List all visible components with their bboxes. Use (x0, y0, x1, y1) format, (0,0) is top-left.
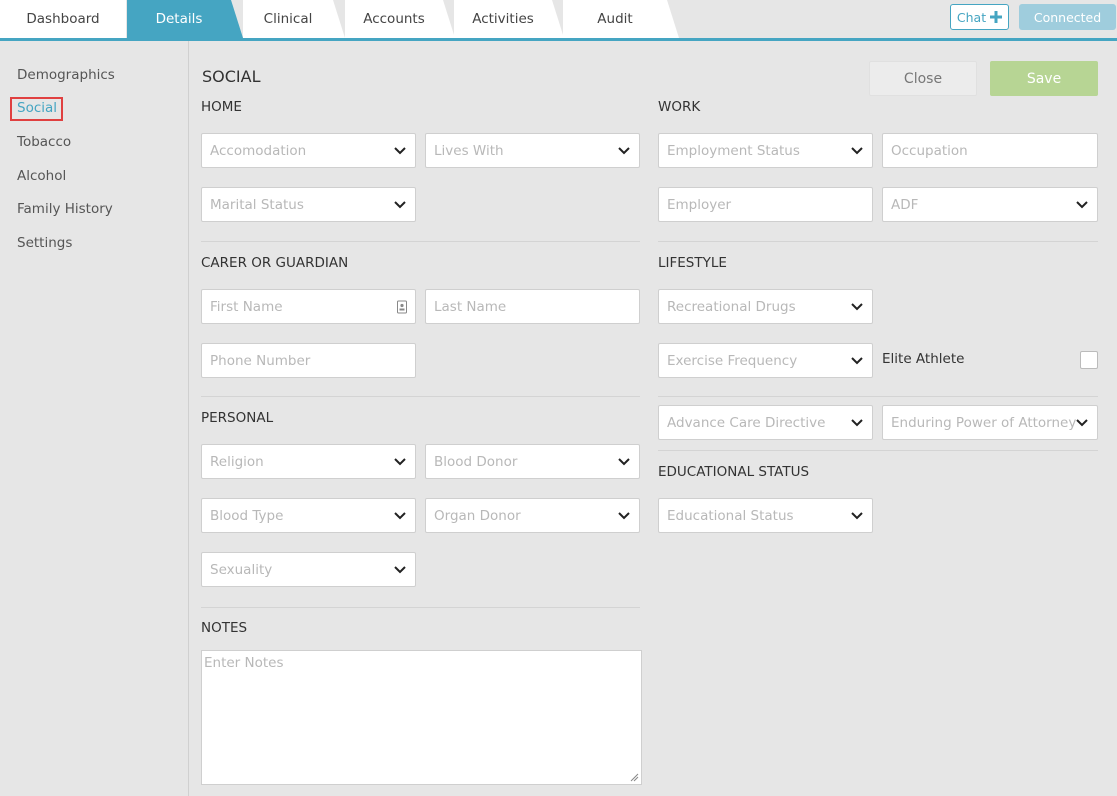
chevron-down-icon (394, 457, 406, 465)
section-carer-heading: CARER OR GUARDIAN (201, 255, 349, 271)
tab-edge (333, 0, 345, 38)
chat-button[interactable]: Chat (950, 4, 1009, 30)
divider (201, 607, 640, 608)
sidebar-item-tobacco[interactable]: Tobacco (17, 134, 71, 150)
chevron-down-icon (394, 511, 406, 519)
section-work-heading: WORK (658, 99, 701, 115)
divider (201, 396, 640, 397)
section-notes-heading: NOTES (201, 620, 248, 636)
sidebar-item-family-history[interactable]: Family History (17, 201, 113, 217)
notes-textarea[interactable]: Enter Notes (201, 650, 642, 785)
last-name-input[interactable]: Last Name (425, 289, 640, 324)
divider (658, 396, 1098, 397)
exercise-frequency-select[interactable]: Exercise Frequency (658, 343, 873, 378)
organ-donor-select[interactable]: Organ Donor (425, 498, 640, 533)
close-button[interactable]: Close (869, 61, 977, 96)
resize-handle-icon[interactable] (630, 773, 639, 782)
employment-status-select[interactable]: Employment Status (658, 133, 873, 168)
advance-care-directive-select[interactable]: Advance Care Directive (658, 405, 873, 440)
chevron-down-icon (618, 457, 630, 465)
section-educational-heading: EDUCATIONAL STATUS (658, 464, 810, 480)
chevron-down-icon (394, 200, 406, 208)
page-title: SOCIAL (202, 67, 261, 86)
first-name-input[interactable]: First Name (201, 289, 416, 324)
connected-status-button[interactable]: Connected (1019, 4, 1116, 30)
blood-type-select[interactable]: Blood Type (201, 498, 416, 533)
tab-edge (667, 0, 679, 38)
plus-icon (990, 11, 1003, 23)
tab-activities[interactable]: Activities (454, 0, 564, 38)
top-tab-bar: Dashboard Details Clinical Accounts Acti… (0, 0, 1117, 40)
religion-select[interactable]: Religion (201, 444, 416, 479)
tab-dashboard[interactable]: Dashboard (0, 0, 126, 38)
section-home-heading: HOME (201, 99, 242, 115)
chevron-down-icon (394, 146, 406, 154)
sidebar-item-demographics[interactable]: Demographics (17, 67, 115, 83)
chevron-down-icon (618, 146, 630, 154)
chevron-down-icon (851, 511, 863, 519)
sidebar-item-alcohol[interactable]: Alcohol (17, 168, 66, 184)
contact-card-icon (397, 300, 407, 313)
tab-accounts[interactable]: Accounts (345, 0, 455, 38)
tab-edge (231, 0, 243, 38)
active-item-highlight (10, 97, 63, 121)
sexuality-select[interactable]: Sexuality (201, 552, 416, 587)
phone-number-input[interactable]: Phone Number (201, 343, 416, 378)
occupation-input[interactable]: Occupation (882, 133, 1098, 168)
tab-clinical[interactable]: Clinical (243, 0, 345, 38)
lives-with-select[interactable]: Lives With (425, 133, 640, 168)
chevron-down-icon (1076, 418, 1088, 426)
blood-donor-select[interactable]: Blood Donor (425, 444, 640, 479)
chevron-down-icon (851, 146, 863, 154)
recreational-drugs-select[interactable]: Recreational Drugs (658, 289, 873, 324)
divider (658, 450, 1098, 451)
save-button[interactable]: Save (990, 61, 1098, 96)
marital-status-select[interactable]: Marital Status (201, 187, 416, 222)
chevron-down-icon (851, 418, 863, 426)
elite-athlete-label: Elite Athlete (882, 351, 965, 367)
chevron-down-icon (1076, 200, 1088, 208)
chevron-down-icon (394, 565, 406, 573)
chevron-down-icon (851, 356, 863, 364)
employer-input[interactable]: Employer (658, 187, 873, 222)
section-personal-heading: PERSONAL (201, 410, 274, 426)
educational-status-select[interactable]: Educational Status (658, 498, 873, 533)
section-lifestyle-heading: LIFESTYLE (658, 255, 727, 271)
tab-details[interactable]: Details (127, 0, 243, 38)
divider (201, 241, 640, 242)
tab-audit[interactable]: Audit (563, 0, 679, 38)
elite-athlete-checkbox[interactable] (1080, 351, 1098, 369)
sidebar-item-settings[interactable]: Settings (17, 235, 72, 251)
divider (658, 241, 1098, 242)
enduring-power-select[interactable]: Enduring Power of Attorney (882, 405, 1098, 440)
chevron-down-icon (851, 302, 863, 310)
adf-select[interactable]: ADF (882, 187, 1098, 222)
accomodation-select[interactable]: Accomodation (201, 133, 416, 168)
chevron-down-icon (618, 511, 630, 519)
sidebar (0, 41, 189, 796)
